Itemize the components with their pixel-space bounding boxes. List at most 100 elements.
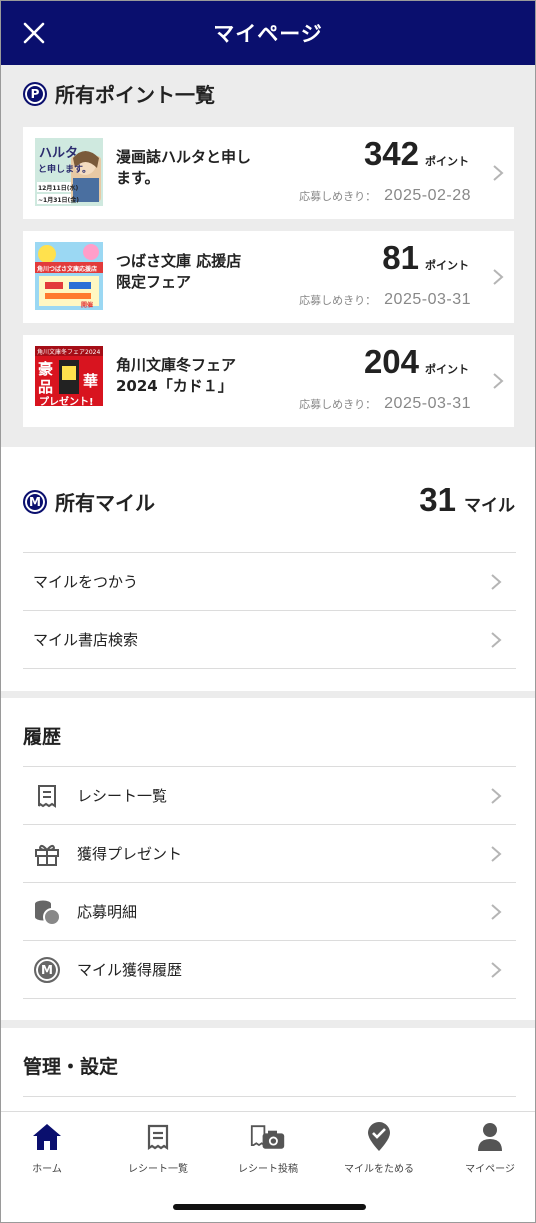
row-label: マイル書店検索 [33, 631, 139, 649]
page-title: マイページ [213, 22, 323, 46]
tab-earn-miles[interactable]: マイルをためる [326, 1120, 432, 1175]
row-label: マイルをつかう [33, 573, 139, 591]
deadline-date: 2025-03-31 [384, 291, 471, 308]
thumb-text: ハルタ [39, 146, 79, 161]
points-number: 342 [363, 135, 419, 172]
use-miles-row[interactable]: マイルをつかう [23, 552, 516, 610]
header-bar: マイページ [1, 1, 535, 65]
miles-badge-icon: M [23, 489, 47, 514]
deadline: 応募しめきり： 2025-03-31 [299, 291, 471, 309]
miles-number: 31 [419, 481, 456, 518]
points-badge-icon: P [23, 81, 47, 106]
row-label: マイル獲得履歴 [77, 961, 183, 979]
tab-label: マイページ [465, 1164, 515, 1175]
thumb-text: プレゼント! [39, 397, 94, 408]
settings-section: 管理・設定 [1, 1028, 535, 1118]
campaign-thumbnail-kado: 角川文庫冬フェア2024 豪 品 華 プレゼント! [35, 346, 103, 414]
point-card[interactable]: 角川文庫冬フェア2024 豪 品 華 プレゼント! 角川文庫冬フェア2024「カ… [23, 335, 514, 427]
thumb-text: ~1月31日(金) [38, 197, 80, 204]
tab-label: レシート投稿 [238, 1164, 298, 1175]
miles-section: M 所有マイル 31 マイル マイルをつかう マイル書店検索 [1, 447, 535, 691]
chevron-right-icon [493, 373, 504, 389]
mile-badge-icon: M [33, 956, 61, 984]
points-unit: ポイント [425, 155, 469, 168]
divider [23, 998, 516, 999]
chevron-right-icon [491, 574, 502, 590]
thumb-text: 角川つばさ文庫応援店 [37, 266, 98, 273]
points-number: 204 [363, 343, 419, 380]
history-title: 履歴 [23, 726, 62, 748]
miles-unit: マイル [464, 496, 515, 516]
mile-badge-letter: M [34, 956, 60, 983]
deadline: 応募しめきり： 2025-02-28 [299, 187, 471, 205]
campaign-thumbnail-tsubasa: 角川つばさ文庫応援店 開催 [35, 242, 103, 310]
campaign-name: 角川文庫冬フェア2024「カド１」 [116, 356, 237, 395]
campaign-thumbnail-haruta: ハルタ と申します。 12月11日(水) ~1月31日(金) [35, 138, 103, 206]
points-section: P 所有ポイント一覧 ハルタ と申します。 12月11日(水) ~1月31日(金… [1, 65, 535, 447]
thumb-text: 華 [83, 372, 99, 390]
thumb-text: と申します。 [38, 165, 92, 175]
point-card[interactable]: 角川つばさ文庫応援店 開催 つばさ文庫 応援店限定フェア 81 ポイント 応募し… [23, 231, 514, 323]
tab-receipts[interactable]: レシート一覧 [105, 1120, 211, 1175]
receipt-icon [140, 1120, 176, 1154]
points-unit: ポイント [425, 363, 469, 376]
tab-post-receipt[interactable]: レシート投稿 [215, 1120, 321, 1175]
chevron-right-icon [491, 846, 502, 862]
deadline-label: 応募しめきり： [299, 190, 377, 203]
receipt-icon [33, 782, 61, 810]
points-value: 342 ポイント [364, 135, 469, 173]
deadline-label: 応募しめきり： [299, 294, 377, 307]
point-card[interactable]: ハルタ と申します。 12月11日(水) ~1月31日(金) 漫画誌ハルタと申し… [23, 127, 514, 219]
deadline-date: 2025-03-31 [384, 395, 471, 412]
tab-label: ホーム [32, 1164, 62, 1175]
row-label: 応募明細 [77, 903, 138, 921]
chevron-right-icon [491, 788, 502, 804]
mile-store-search-row[interactable]: マイル書店検索 [23, 610, 516, 668]
gift-row[interactable]: 獲得プレゼント [23, 824, 516, 882]
tab-label: レシート一覧 [128, 1164, 188, 1175]
chevron-right-icon [493, 165, 504, 181]
tab-mypage[interactable]: マイページ [437, 1120, 535, 1175]
location-check-icon [361, 1120, 397, 1154]
points-value: 204 ポイント [364, 343, 469, 381]
row-label: レシート一覧 [77, 787, 168, 805]
points-unit: ポイント [425, 259, 469, 272]
points-title: 所有ポイント一覧 [55, 83, 215, 107]
deadline: 応募しめきり： 2025-03-31 [299, 395, 471, 413]
miles-value: 31 マイル [419, 481, 515, 519]
gift-icon [33, 840, 61, 868]
camera-receipt-icon [250, 1120, 286, 1154]
points-number: 81 [382, 239, 419, 276]
coins-icon [33, 898, 61, 926]
chevron-right-icon [491, 962, 502, 978]
user-icon [472, 1120, 508, 1154]
chevron-right-icon [493, 269, 504, 285]
thumb-text: 開催 [81, 302, 94, 309]
settings-title: 管理・設定 [23, 1056, 119, 1078]
divider [23, 1096, 516, 1097]
campaign-name: つばさ文庫 応援店限定フェア [116, 252, 242, 291]
points-value: 81 ポイント [382, 239, 469, 277]
campaign-name: 漫画誌ハルタと申します。 [116, 148, 252, 187]
deadline-label: 応募しめきり： [299, 398, 377, 411]
miles-heading: M 所有マイル [23, 487, 155, 516]
tab-home[interactable]: ホーム [1, 1120, 100, 1175]
points-heading: P 所有ポイント一覧 [23, 79, 215, 108]
chevron-right-icon [491, 904, 502, 920]
divider [23, 668, 516, 669]
app-frame: マイページ P 所有ポイント一覧 ハルタ と申します。 12月11日(水) ~1… [0, 0, 536, 1223]
mile-history-row[interactable]: M マイル獲得履歴 [23, 940, 516, 998]
thumb-text: 12月11日(水) [38, 185, 79, 192]
deadline-date: 2025-02-28 [384, 187, 471, 204]
thumb-text: 角川文庫冬フェア2024 [37, 349, 101, 356]
tab-label: マイルをためる [344, 1164, 414, 1175]
row-label: 獲得プレゼント [77, 845, 183, 863]
history-section: 履歴 レシート一覧 獲得プレゼント 応募明細 M マイル獲得履歴 [1, 698, 535, 1020]
close-icon[interactable] [19, 18, 49, 48]
miles-title: 所有マイル [55, 491, 155, 515]
chevron-right-icon [491, 632, 502, 648]
home-icon [29, 1120, 65, 1154]
entry-details-row[interactable]: 応募明細 [23, 882, 516, 940]
home-indicator [173, 1204, 366, 1210]
receipt-list-row[interactable]: レシート一覧 [23, 766, 516, 824]
